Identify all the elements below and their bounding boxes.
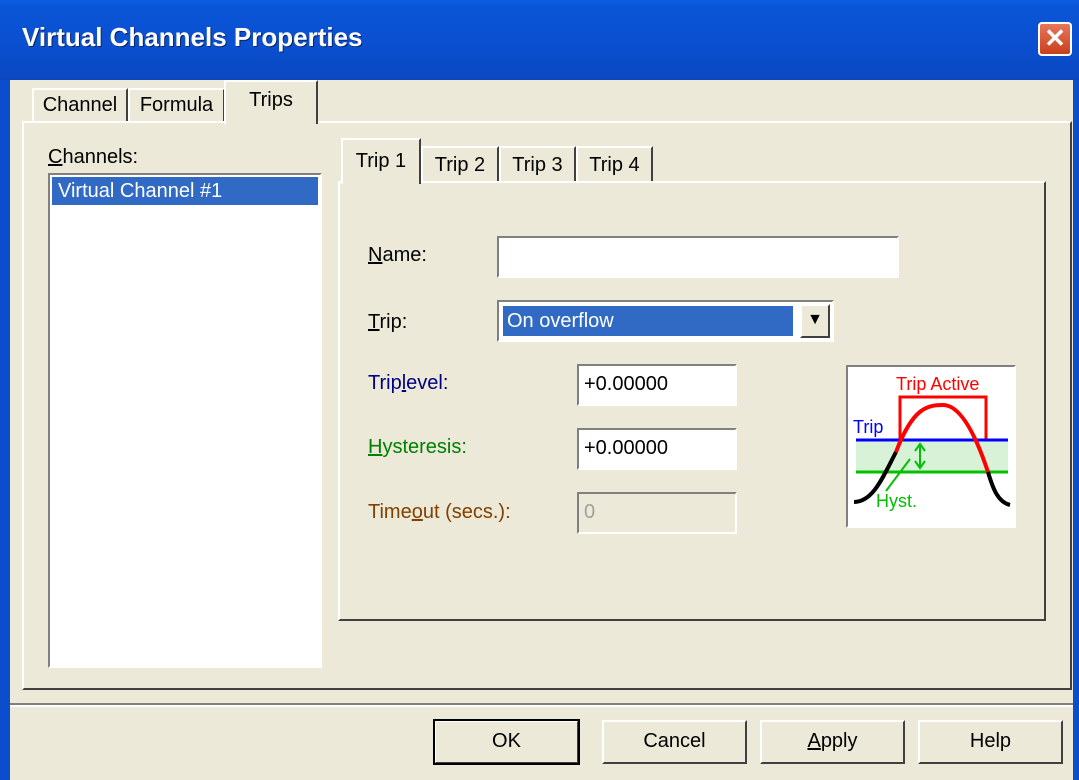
ok-button-label: OK: [492, 730, 521, 752]
tab-trip-2[interactable]: Trip 2: [421, 146, 499, 182]
hysteresis-label: Hysteresis:: [368, 436, 467, 458]
timeout-label: Timeout (secs.):: [368, 501, 511, 523]
list-item[interactable]: Virtual Channel #1: [52, 177, 318, 205]
active-tab-joiner: [226, 119, 316, 125]
window-frame-right: [1073, 80, 1079, 780]
channels-list[interactable]: Virtual Channel #1: [48, 173, 322, 668]
triplevel-label: Triplevel:: [368, 372, 449, 394]
tab-formula-label: Formula: [139, 94, 214, 116]
apply-button-label: Apply: [807, 730, 858, 752]
tab-trip-1-label: Trip 1: [355, 150, 407, 172]
tab-trip-4[interactable]: Trip 4: [576, 146, 653, 182]
trip-select-value: On overflow: [502, 305, 794, 337]
tab-channel-label: Channel: [42, 94, 118, 116]
trip-label: Trip:: [368, 311, 408, 333]
chevron-down-icon: ▼: [807, 311, 823, 328]
tab-trip-2-label: Trip 2: [434, 154, 486, 176]
hyst-label: Hyst.: [876, 491, 917, 511]
trip-line-label: Trip: [853, 417, 883, 437]
tab-trip-1[interactable]: Trip 1: [341, 138, 421, 184]
tab-channel[interactable]: Channel: [32, 88, 128, 122]
dropdown-arrow-button[interactable]: ▼: [800, 304, 830, 338]
tab-trips-label: Trips: [249, 89, 293, 111]
close-button[interactable]: ✕: [1038, 22, 1072, 56]
triplevel-input[interactable]: +0.00000: [577, 364, 737, 406]
ok-button[interactable]: OK: [433, 719, 580, 765]
name-input[interactable]: [497, 236, 899, 278]
cancel-button-label: Cancel: [643, 730, 706, 752]
hysteresis-input[interactable]: +0.00000: [577, 428, 737, 470]
title-bar: Virtual Channels Properties ✕: [0, 0, 1079, 80]
tab-trip-3-label: Trip 3: [512, 154, 563, 176]
channels-label: Channels:: [48, 146, 139, 168]
apply-button[interactable]: Apply: [760, 720, 905, 764]
help-button[interactable]: Help: [918, 720, 1063, 764]
window-frame-left: [0, 80, 10, 780]
close-icon: ✕: [1044, 23, 1066, 53]
name-label: Name:: [368, 244, 427, 266]
timeout-input[interactable]: 0: [577, 492, 737, 534]
waveform-falling: [986, 471, 1011, 507]
trip-select[interactable]: On overflow ▼: [497, 300, 834, 342]
trip-diagram-graphic: Trip Active Trip Hyst.: [853, 374, 1011, 511]
tab-trip-4-label: Trip 4: [589, 154, 640, 176]
active-trip-tab-joiner: [343, 179, 419, 185]
tab-trip-3[interactable]: Trip 3: [499, 146, 576, 182]
tab-formula[interactable]: Formula: [128, 88, 225, 122]
tab-trips[interactable]: Trips: [224, 80, 318, 124]
window-title: Virtual Channels Properties: [22, 22, 363, 52]
help-button-label: Help: [969, 730, 1012, 752]
trip-active-label: Trip Active: [896, 374, 979, 394]
trip-diagram: Trip Active Trip Hyst.: [846, 365, 1016, 528]
separator-highlight: [10, 705, 1073, 707]
cancel-button[interactable]: Cancel: [602, 720, 747, 764]
